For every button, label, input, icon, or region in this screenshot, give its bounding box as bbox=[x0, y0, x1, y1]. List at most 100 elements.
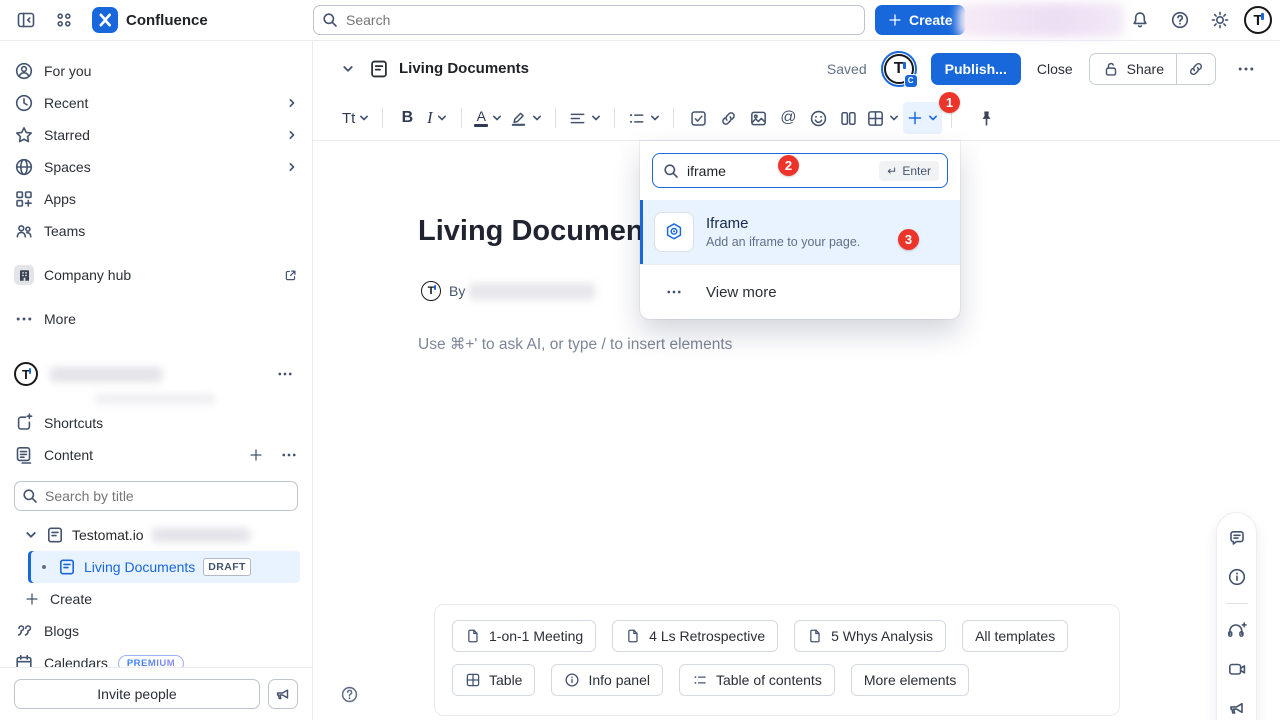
share-button[interactable]: Share bbox=[1090, 54, 1176, 84]
details-button[interactable] bbox=[1222, 562, 1252, 592]
editor-help-button[interactable] bbox=[340, 685, 359, 704]
gear-icon bbox=[1210, 10, 1230, 30]
global-search-input[interactable] bbox=[313, 5, 865, 35]
tree-item-living-documents[interactable]: Living Documents DRAFT bbox=[28, 551, 300, 583]
insert-toc-button[interactable]: Table of contents bbox=[679, 664, 835, 696]
more-horizontal-icon bbox=[654, 283, 694, 301]
insert-image-button[interactable] bbox=[743, 102, 773, 134]
video-camera-icon bbox=[1227, 659, 1247, 679]
announcements-button[interactable] bbox=[1222, 693, 1252, 720]
page-header: Living Documents Saved T C Publish... Cl… bbox=[313, 41, 1280, 96]
collaborator-avatar[interactable]: T C bbox=[881, 51, 917, 87]
search-icon bbox=[22, 488, 38, 504]
pin-toolbar-button[interactable] bbox=[971, 102, 1001, 134]
template-4ls-retrospective[interactable]: 4 Ls Retrospective bbox=[612, 620, 778, 652]
tree-item-space-root[interactable]: Testomat.io bbox=[0, 519, 312, 551]
create-button[interactable]: Create bbox=[875, 5, 965, 35]
content-icon bbox=[14, 445, 34, 465]
editor-placeholder[interactable]: Use ⌘+' to ask AI, or type / to insert e… bbox=[418, 335, 732, 354]
settings-button[interactable] bbox=[1204, 4, 1236, 36]
avatar: T bbox=[1244, 6, 1272, 34]
sidebar-toggle-icon bbox=[16, 10, 36, 30]
insert-table-button[interactable]: Table bbox=[452, 664, 535, 696]
emoji-button[interactable] bbox=[803, 102, 833, 134]
link-icon bbox=[719, 109, 738, 128]
publish-button[interactable]: Publish... bbox=[931, 53, 1021, 85]
sidebar-toggle-button[interactable] bbox=[10, 4, 42, 36]
sidebar-item-content[interactable]: Content bbox=[0, 439, 312, 471]
sidebar-item-apps[interactable]: Apps bbox=[0, 183, 312, 215]
text-style-button[interactable]: Tt bbox=[339, 102, 373, 134]
sidebar: For you Recent Starred Spaces Apps Teams… bbox=[0, 41, 313, 720]
comment-icon bbox=[1227, 528, 1247, 548]
tree-create-button[interactable]: Create bbox=[0, 583, 312, 615]
app-switcher-icon bbox=[54, 10, 74, 30]
template-5-whys-analysis[interactable]: 5 Whys Analysis bbox=[794, 620, 946, 652]
plus-icon bbox=[887, 12, 903, 28]
insert-element-button[interactable] bbox=[903, 102, 942, 134]
sidebar-item-shortcuts[interactable]: Shortcuts bbox=[0, 407, 312, 439]
close-button[interactable]: Close bbox=[1035, 61, 1075, 77]
sidebar-item-teams[interactable]: Teams bbox=[0, 215, 312, 247]
insert-link-button[interactable] bbox=[713, 102, 743, 134]
breadcrumb-expand-button[interactable] bbox=[335, 56, 361, 82]
text-color-button[interactable]: A bbox=[471, 102, 506, 134]
task-button[interactable] bbox=[683, 102, 713, 134]
search-icon bbox=[663, 163, 679, 179]
list-button[interactable] bbox=[624, 102, 664, 134]
insert-info-panel-button[interactable]: Info panel bbox=[551, 664, 663, 696]
more-horizontal-icon bbox=[14, 309, 34, 329]
author-avatar: T bbox=[421, 281, 441, 301]
document-title[interactable]: Living Documents bbox=[418, 215, 669, 248]
content-more-button[interactable] bbox=[280, 446, 298, 464]
copy-link-button[interactable] bbox=[1177, 54, 1215, 84]
help-button[interactable] bbox=[1164, 4, 1196, 36]
video-button[interactable] bbox=[1222, 654, 1252, 684]
list-icon bbox=[692, 672, 708, 688]
notifications-button[interactable] bbox=[1124, 4, 1156, 36]
support-button[interactable] bbox=[1222, 615, 1252, 645]
space-avatar: T bbox=[14, 362, 38, 386]
invite-people-button[interactable]: Invite people bbox=[14, 679, 260, 709]
table-button[interactable] bbox=[863, 102, 903, 134]
chevron-down-icon bbox=[341, 62, 355, 76]
content-search-input[interactable] bbox=[14, 481, 298, 511]
sidebar-item-blogs[interactable]: Blogs bbox=[0, 615, 312, 647]
sidebar-item-company-hub[interactable]: Company hub bbox=[0, 259, 312, 291]
annotation-step-3: 3 bbox=[898, 229, 919, 250]
alignment-button[interactable] bbox=[565, 102, 605, 134]
mention-button[interactable]: @ bbox=[773, 102, 803, 134]
confluence-brand[interactable]: Confluence bbox=[92, 7, 208, 33]
template-1on1-meeting[interactable]: 1-on-1 Meeting bbox=[452, 620, 596, 652]
quote-icon bbox=[14, 621, 34, 641]
sidebar-item-starred[interactable]: Starred bbox=[0, 119, 312, 151]
profile-button[interactable]: T bbox=[1244, 6, 1272, 34]
highlight-button[interactable] bbox=[506, 102, 546, 134]
file-icon bbox=[465, 628, 481, 644]
more-elements-button[interactable]: More elements bbox=[851, 664, 970, 696]
space-more-button[interactable] bbox=[272, 361, 298, 387]
sidebar-item-for-you[interactable]: For you bbox=[0, 55, 312, 87]
feedback-button[interactable] bbox=[268, 679, 298, 709]
sidebar-item-spaces[interactable]: Spaces bbox=[0, 151, 312, 183]
share-button-group: Share bbox=[1089, 53, 1216, 85]
layout-button[interactable] bbox=[833, 102, 863, 134]
view-more-button[interactable]: View more bbox=[640, 264, 960, 319]
chevron-down-icon bbox=[436, 112, 448, 124]
all-templates-button[interactable]: All templates bbox=[962, 620, 1068, 652]
file-icon bbox=[807, 628, 823, 644]
comments-button[interactable] bbox=[1222, 523, 1252, 553]
app-switcher-button[interactable] bbox=[48, 4, 80, 36]
sidebar-item-recent[interactable]: Recent bbox=[0, 87, 312, 119]
chevron-down-icon bbox=[358, 112, 370, 124]
page-more-button[interactable] bbox=[1230, 53, 1262, 85]
italic-button[interactable]: I bbox=[422, 102, 452, 134]
draft-badge: DRAFT bbox=[203, 558, 251, 576]
page-icon bbox=[369, 59, 389, 79]
result-title: Iframe bbox=[706, 215, 860, 232]
sidebar-item-more[interactable]: More bbox=[0, 303, 312, 335]
more-horizontal-icon bbox=[280, 446, 298, 464]
bold-button[interactable]: B bbox=[392, 102, 422, 134]
space-header[interactable]: T bbox=[0, 356, 312, 392]
content-add-button[interactable] bbox=[248, 447, 264, 463]
